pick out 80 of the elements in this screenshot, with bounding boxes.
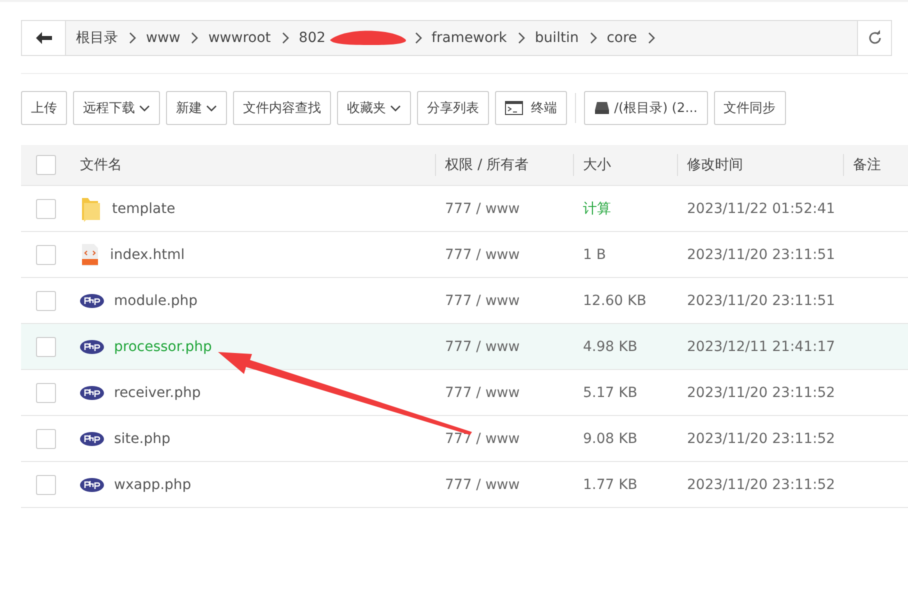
size-text: 5.17 KB <box>583 384 638 400</box>
size-text: 4.98 KB <box>583 338 638 354</box>
modified-time: 2023/11/20 23:11:51 <box>687 246 836 262</box>
path-segment[interactable]: framework <box>428 30 511 46</box>
refresh-icon <box>866 30 882 46</box>
path-segment[interactable]: 根目录 <box>72 29 122 47</box>
php-icon <box>80 340 104 354</box>
path-segment[interactable]: builtin <box>530 30 583 46</box>
modified-time: 2023/11/20 23:11:52 <box>687 384 836 400</box>
row-checkbox[interactable] <box>36 244 56 264</box>
chevron-icon <box>280 32 289 44</box>
permission-text: 777 / www <box>445 200 520 216</box>
refresh-button[interactable] <box>857 21 891 55</box>
file-name[interactable]: template <box>112 200 176 216</box>
chevron-icon <box>647 32 656 44</box>
permission-text: 777 / www <box>445 338 520 354</box>
modified-time: 2023/11/20 23:11:51 <box>687 292 836 308</box>
toolbar-button[interactable]: 文件同步 <box>714 91 786 125</box>
column-header[interactable]: 文件名 <box>80 157 122 173</box>
path-segment[interactable]: 802 <box>294 30 330 46</box>
column-header[interactable]: 修改时间 <box>687 157 743 173</box>
path-segment[interactable]: www <box>142 30 184 46</box>
toolbar-button[interactable]: 终端 <box>495 91 568 125</box>
file-row[interactable]: processor.php 777 / www 4.98 KB 2023/12/11 21:41:17 <box>21 324 908 370</box>
size-text: 9.08 KB <box>583 430 638 446</box>
php-icon <box>80 386 104 400</box>
toolbar-button[interactable]: 文件内容查找 <box>233 91 331 125</box>
modified-time: 2023/11/20 23:11:52 <box>687 430 836 446</box>
file-name[interactable]: module.php <box>114 292 198 308</box>
file-row[interactable]: index.html 777 / www 1 B 2023/11/20 23:11:51 <box>21 232 908 278</box>
column-header[interactable]: 大小 <box>583 157 611 173</box>
file-name[interactable]: wxapp.php <box>114 476 192 492</box>
modified-time: 2023/11/22 01:52:41 <box>687 200 836 216</box>
disk-icon <box>594 101 610 115</box>
permission-text: 777 / www <box>445 246 520 262</box>
size-text: 12.60 KB <box>583 292 646 308</box>
caret-icon <box>206 104 217 112</box>
toolbar-button[interactable]: 远程下载 <box>73 91 160 125</box>
row-checkbox[interactable] <box>36 382 56 402</box>
php-icon <box>80 432 104 446</box>
folder-icon <box>80 196 102 222</box>
row-checkbox[interactable] <box>36 428 56 448</box>
column-header[interactable]: 备注 <box>853 157 881 173</box>
file-row[interactable]: wxapp.php 777 / www 1.77 KB 2023/11/20 23:11:52 <box>21 462 908 508</box>
toolbar-button[interactable]: /(根目录) (2... <box>584 91 708 125</box>
toolbar-button[interactable]: 分享列表 <box>417 91 489 125</box>
chevron-icon <box>128 32 136 44</box>
chevron-icon <box>190 32 198 44</box>
select-all-checkbox[interactable] <box>36 155 56 175</box>
modified-time: 2023/11/20 23:11:52 <box>687 476 836 492</box>
html-file-icon <box>80 242 100 266</box>
file-row[interactable]: template 777 / www 计算 2023/11/22 01:52:41 <box>21 186 908 232</box>
chevron-icon <box>588 32 597 44</box>
permission-text: 777 / www <box>445 292 520 308</box>
modified-time: 2023/12/11 21:41:17 <box>687 338 836 354</box>
row-checkbox[interactable] <box>36 336 56 356</box>
size-text: 1 B <box>583 246 606 262</box>
php-icon <box>80 294 104 308</box>
path-segment[interactable]: wwwroot <box>204 30 275 46</box>
path-segment[interactable]: core <box>602 30 642 46</box>
caret-icon <box>139 104 150 112</box>
caret-icon <box>390 104 401 112</box>
size-text: 1.77 KB <box>583 476 638 492</box>
file-name[interactable]: site.php <box>114 430 170 446</box>
file-name[interactable]: receiver.php <box>114 384 201 400</box>
row-checkbox[interactable] <box>36 198 56 218</box>
toolbar-button[interactable]: 收藏夹 <box>337 91 411 125</box>
toolbar-button[interactable]: 上传 <box>21 91 67 125</box>
toolbar-button[interactable]: 新建 <box>166 91 227 125</box>
back-arrow-icon <box>36 32 52 44</box>
chevron-icon <box>414 32 422 44</box>
back-button[interactable] <box>22 21 66 55</box>
permission-text: 777 / www <box>445 476 520 492</box>
file-name[interactable]: index.html <box>110 246 185 262</box>
row-checkbox[interactable] <box>36 474 56 494</box>
permission-text: 777 / www <box>445 384 520 400</box>
chevron-icon <box>516 32 525 44</box>
terminal-icon <box>505 101 523 115</box>
php-icon <box>80 478 104 492</box>
row-checkbox[interactable] <box>36 290 56 310</box>
